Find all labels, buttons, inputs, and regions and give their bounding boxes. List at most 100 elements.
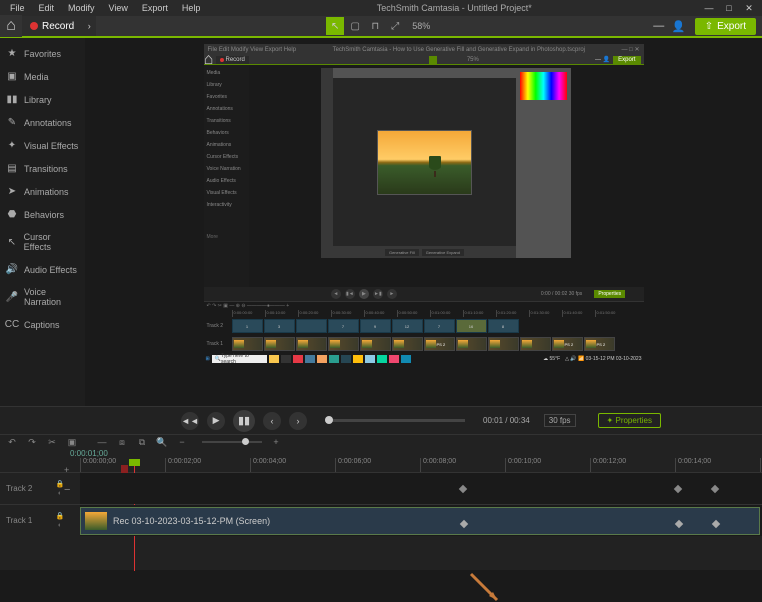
playback-bar: ◄◄ ▶ ▮▮ ‹ › 00:01 / 00:34 30 fps ✦ Prope… — [0, 406, 762, 434]
video-preview: File Edit Modify View Export HelpTechSmi… — [204, 44, 644, 399]
audio-icon: 🔊 — [6, 264, 18, 275]
library-icon: ▮▮ — [6, 94, 18, 105]
prev-frame-button[interactable]: ▶ — [207, 412, 225, 430]
properties-button[interactable]: ✦ Properties — [598, 413, 661, 428]
record-chevron[interactable]: › — [82, 16, 96, 36]
menu-view[interactable]: View — [103, 2, 134, 14]
animations-icon: ➤ — [6, 186, 18, 197]
sidebar-library[interactable]: ▮▮Library — [0, 88, 85, 111]
toolbar-minimize[interactable]: — — [649, 20, 669, 32]
sidebar-voice-narration[interactable]: 🎤Voice Narration — [0, 281, 85, 313]
sidebar-behaviors[interactable]: ⬣Behaviors — [0, 203, 85, 226]
export-label: Export — [717, 21, 746, 32]
keyframe-icon[interactable] — [460, 520, 468, 528]
minimize-icon[interactable]: — — [702, 3, 716, 14]
track-2-label: Track 2 — [0, 484, 40, 493]
effects-icon: ✦ — [6, 140, 18, 151]
inner-canvas: Generative FillGenerative Expand — [249, 65, 644, 287]
redo-button[interactable]: ↷ — [26, 437, 38, 448]
step-forward-button[interactable]: › — [289, 412, 307, 430]
clip-thumbnail — [85, 512, 107, 530]
sidebar-audio-effects[interactable]: 🔊Audio Effects — [0, 258, 85, 281]
home-button[interactable]: ⌂ — [0, 15, 22, 37]
menu-modify[interactable]: Modify — [62, 2, 101, 14]
arrow-annotation-icon — [469, 572, 499, 602]
menu-help[interactable]: Help — [176, 2, 207, 14]
cursor-icon: ↖ — [6, 237, 18, 248]
sidebar-media[interactable]: ▣Media — [0, 65, 85, 88]
timeline-zoom-slider[interactable] — [202, 441, 262, 443]
timeline-clip[interactable]: Rec 03-10-2023-03-15-12-PM (Screen) — [80, 507, 760, 535]
menu-export[interactable]: Export — [136, 2, 174, 14]
pause-button[interactable]: ▮▮ — [233, 410, 255, 432]
rewind-button[interactable]: ◄◄ — [181, 412, 199, 430]
inner-title-bar: File Edit Modify View Export HelpTechSmi… — [204, 44, 644, 55]
mic-icon: 🎤 — [6, 292, 18, 303]
undo-button[interactable]: ↶ — [6, 437, 18, 448]
sidebar-annotations[interactable]: ✎Annotations — [0, 111, 85, 134]
sidebar-captions[interactable]: CCCaptions — [0, 313, 85, 336]
playback-fps[interactable]: 30 fps — [544, 414, 576, 427]
inner-sidebar: MediaLibraryFavorites AnnotationsTransit… — [204, 65, 249, 287]
split-button[interactable]: ▣ — [66, 437, 78, 448]
account-icon[interactable]: 👤 — [669, 20, 689, 33]
sidebar: ★Favorites ▣Media ▮▮Library ✎Annotations… — [0, 38, 85, 406]
transitions-icon: ▤ — [6, 163, 18, 174]
record-label: Record — [42, 21, 74, 32]
keyframe-icon[interactable] — [675, 520, 683, 528]
detach-tool[interactable]: ⤢ — [386, 17, 404, 35]
track-2-body[interactable] — [80, 473, 762, 504]
step-back-button[interactable]: ‹ — [263, 412, 281, 430]
inner-playbar: ◄▮◄▶►▮► 0:00 / 00:02 30 fps Properties — [204, 287, 644, 301]
record-dot-icon — [30, 22, 38, 30]
keyframe-icon[interactable] — [711, 485, 719, 493]
timeline-zoom-in[interactable]: ⧉ — [136, 437, 148, 448]
pointer-tool[interactable]: ↖ — [326, 17, 344, 35]
inner-timeline: ↶ ↷ ✂ ▣ — ⊕ ⊖ ————●——— + 0:00:00:000:00:… — [204, 301, 644, 399]
timeline-ruler[interactable]: 0:00:00;000:00:02;000:00:04;00 0:00:06;0… — [0, 458, 762, 472]
timeline-marker[interactable]: 🔍 — [156, 437, 168, 448]
playback-time: 00:01 / 00:34 — [483, 416, 530, 425]
playback-slider[interactable] — [325, 419, 465, 422]
track-mute-icon[interactable]: ◐ — [58, 522, 62, 529]
keyframe-icon[interactable] — [712, 520, 720, 528]
magnet-tool[interactable]: ⊓ — [366, 17, 384, 35]
timeline: ↶ ↷ ✂ ▣ — ⧈ ⧉ 🔍 − + + − 0:00:01;00 0:00:… — [0, 434, 762, 570]
record-button[interactable]: Record — [22, 16, 82, 36]
upload-icon: ⇧ — [705, 21, 713, 32]
keyframe-icon[interactable] — [674, 485, 682, 493]
menu-file[interactable]: File — [4, 2, 31, 14]
menu-bar: File Edit Modify View Export Help — [0, 2, 206, 14]
remove-track-button[interactable]: − — [64, 484, 70, 496]
sidebar-transitions[interactable]: ▤Transitions — [0, 157, 85, 180]
timeline-zoom-out[interactable]: ⧈ — [116, 437, 128, 448]
timeline-track-1: Track 1 🔒 ◐ Rec 03-10-2023-03-15-12-PM (S… — [0, 504, 762, 536]
zoom-level[interactable]: 58% — [412, 21, 430, 31]
track-mute-icon[interactable]: ◐ — [58, 490, 62, 497]
media-icon: ▣ — [6, 71, 18, 82]
track-1-label: Track 1 — [0, 516, 40, 525]
behaviors-icon: ⬣ — [6, 209, 18, 220]
cc-icon: CC — [6, 319, 18, 330]
close-icon[interactable]: ✕ — [742, 3, 756, 14]
timeline-time: 0:00:01;00 — [0, 449, 762, 458]
annotations-icon: ✎ — [6, 117, 18, 128]
timeline-track-2: Track 2 🔒◐ — [0, 472, 762, 504]
maximize-icon[interactable]: □ — [722, 3, 736, 14]
clip-name: Rec 03-10-2023-03-15-12-PM (Screen) — [113, 516, 270, 526]
cut-button[interactable]: ✂ — [46, 437, 58, 448]
canvas-area[interactable]: File Edit Modify View Export HelpTechSmi… — [85, 38, 762, 406]
sidebar-animations[interactable]: ➤Animations — [0, 180, 85, 203]
menu-edit[interactable]: Edit — [33, 2, 61, 14]
keyframe-icon[interactable] — [459, 485, 467, 493]
export-button[interactable]: ⇧ Export — [695, 18, 756, 35]
track-1-body[interactable]: Rec 03-10-2023-03-15-12-PM (Screen) — [80, 505, 762, 536]
inner-toolbar: ⌂ Record 75% — 👤 Export — [204, 55, 644, 65]
sidebar-visual-effects[interactable]: ✦Visual Effects — [0, 134, 85, 157]
inner-taskbar: ⊞ 🔍 Type here to search ☁ 55°F △ 🔊 📶 03-… — [204, 353, 644, 364]
track-lock-icon[interactable]: 🔒 — [56, 512, 65, 520]
window-title: TechSmith Camtasia - Untitled Project* — [206, 3, 702, 13]
crop-tool[interactable]: ▢ — [346, 17, 364, 35]
sidebar-cursor-effects[interactable]: ↖Cursor Effects — [0, 226, 85, 258]
sidebar-favorites[interactable]: ★Favorites — [0, 42, 85, 65]
